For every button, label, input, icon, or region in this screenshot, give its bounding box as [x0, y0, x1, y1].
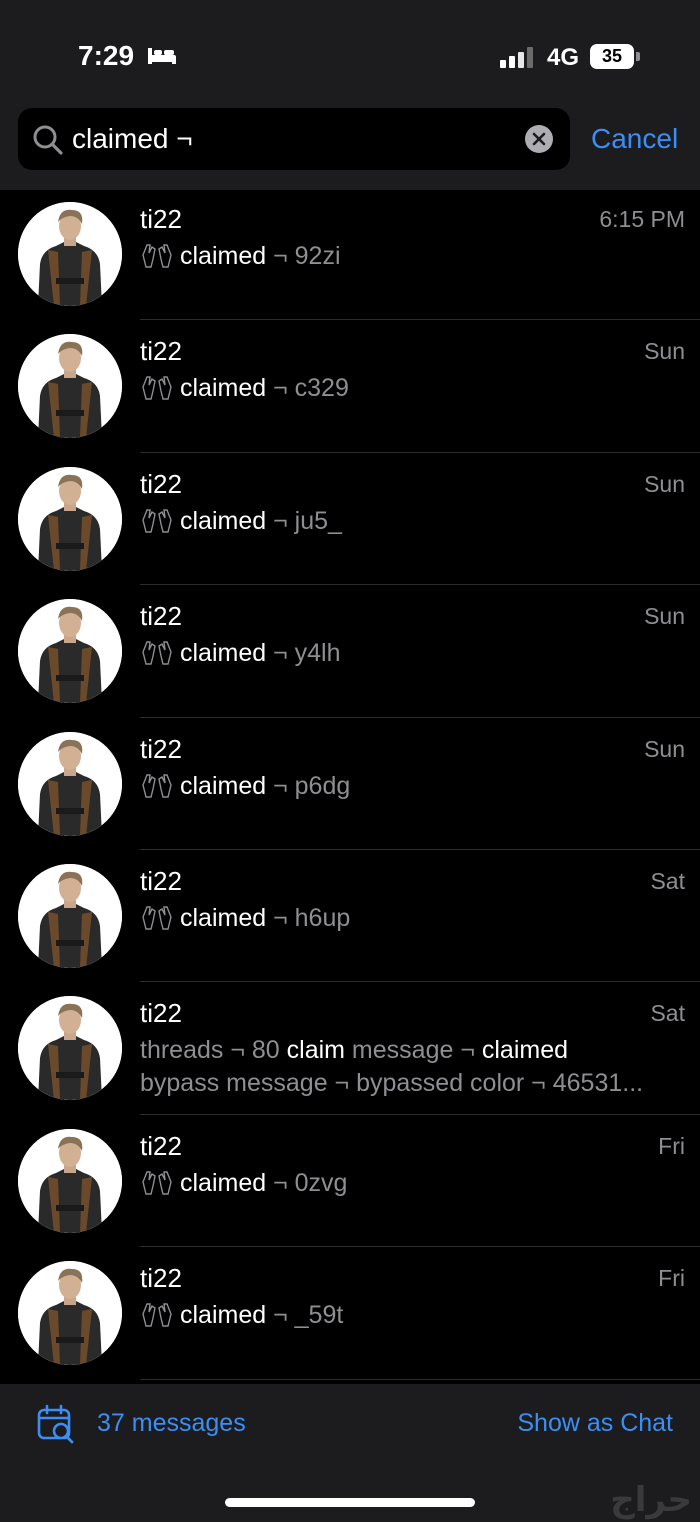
- message-row[interactable]: ti22 Sun claimed ¬ ju5_: [0, 453, 700, 586]
- clear-icon[interactable]: [525, 125, 553, 153]
- message-preview: claimed ¬ y4lh: [140, 637, 685, 670]
- message-row[interactable]: ti22 Sun claimed ¬ p6dg: [0, 718, 700, 850]
- bottom-bar: 37 messages Show as Chat حراج: [0, 1384, 700, 1522]
- message-preview: claimed ¬ h6up: [140, 902, 685, 935]
- battery-level: 35: [601, 46, 623, 66]
- message-date: Sat: [650, 1000, 685, 1027]
- preview-text: ¬ h6up: [266, 903, 351, 932]
- sender-name: ti22: [140, 1130, 182, 1161]
- message-row[interactable]: ti22 Fri claimed ¬ _59t: [0, 1247, 700, 1380]
- sender-name: ti22: [140, 865, 182, 896]
- message-row[interactable]: ti22 Sun claimed ¬ y4lh: [0, 585, 700, 718]
- avatar: [18, 863, 122, 968]
- row-divider: [140, 1378, 700, 1380]
- calendar-search-icon[interactable]: [36, 1404, 76, 1444]
- search-query[interactable]: claimed ¬: [72, 123, 193, 155]
- preview-text: message ¬: [344, 1036, 482, 1065]
- hands-icon: [142, 509, 172, 533]
- preview-text: threads ¬ 80: [140, 1036, 287, 1065]
- highlight-text: claimed: [180, 242, 267, 270]
- message-preview: claimed ¬ p6dg: [140, 770, 685, 803]
- search-icon: [33, 125, 63, 155]
- message-preview: claimed ¬ ju5_: [140, 505, 685, 538]
- message-preview: claimed ¬ _59t: [140, 1299, 685, 1332]
- highlight-text: claim: [286, 1036, 345, 1065]
- message-row[interactable]: ti22 Fri claimed ¬ 0zvg: [0, 1115, 700, 1248]
- avatar: [18, 1128, 122, 1233]
- hands-icon: [142, 906, 172, 930]
- show-as-chat-button[interactable]: Show as Chat: [517, 1409, 673, 1438]
- highlight-text: claimed: [481, 1036, 569, 1065]
- highlight-text: claimed: [180, 1301, 267, 1330]
- sender-name: ti22: [140, 601, 182, 632]
- message-date: Sat: [650, 867, 685, 894]
- highlight-text: claimed: [180, 771, 267, 800]
- message-date: Fri: [658, 1132, 685, 1159]
- home-indicator[interactable]: [225, 1498, 475, 1507]
- message-date: Sun: [644, 735, 685, 762]
- preview-text: ¬ c329: [266, 374, 349, 403]
- sleep-icon: [148, 48, 176, 64]
- sender-name: ti22: [140, 998, 182, 1029]
- hands-icon: [142, 244, 172, 268]
- sender-name: ti22: [140, 204, 182, 234]
- avatar: [18, 731, 122, 836]
- preview-text: ¬ y4lh: [266, 639, 341, 668]
- message-preview: claimed ¬ 92zi: [140, 240, 685, 273]
- message-row[interactable]: ti22 Sat claimed ¬ h6up: [0, 850, 700, 983]
- hands-icon: [142, 376, 172, 401]
- preview-text: ¬ 0zvg: [266, 1168, 348, 1197]
- sender-name: ti22: [140, 1263, 182, 1294]
- message-date: 6:15 PM: [599, 206, 685, 232]
- cancel-button[interactable]: Cancel: [591, 123, 678, 155]
- signal-icon: [500, 47, 533, 68]
- avatar: [18, 466, 122, 571]
- hands-icon: [142, 773, 172, 798]
- search-area: claimed ¬ Cancel: [0, 108, 700, 190]
- message-row[interactable]: ti22 Sat threads ¬ 80 claim message ¬ cl…: [0, 982, 700, 1115]
- message-row[interactable]: ti22 6:15 PM claimed ¬ 92zi: [0, 188, 700, 321]
- highlight-text: claimed: [180, 903, 267, 932]
- avatar: [18, 996, 122, 1101]
- preview-text: ¬ p6dg: [266, 771, 351, 800]
- message-date: Sun: [644, 603, 685, 630]
- sender-name: ti22: [140, 733, 182, 764]
- sender-name: ti22: [140, 336, 182, 367]
- status-bar: 7:29 4G 35: [0, 0, 700, 108]
- watermark-logo: حراج: [610, 1480, 692, 1520]
- avatar: [18, 599, 122, 704]
- preview-text: ¬ _59t: [266, 1301, 344, 1330]
- message-preview: claimed ¬ 0zvg: [140, 1167, 685, 1200]
- search-input[interactable]: claimed ¬: [18, 108, 570, 170]
- preview-text: ¬ ju5_: [266, 506, 342, 535]
- message-preview: claimed ¬ c329: [140, 372, 685, 405]
- hands-icon: [142, 1171, 172, 1195]
- avatar: [18, 202, 122, 306]
- message-date: Fri: [658, 1265, 685, 1292]
- preview-line-2: bypass message ¬ bypassed color ¬ 46531.…: [140, 1069, 644, 1098]
- message-row[interactable]: ti22 Sun claimed ¬ c329: [0, 320, 700, 453]
- hands-icon: [142, 1303, 172, 1327]
- status-time: 7:29: [78, 40, 135, 71]
- message-list: ti22 6:15 PM claimed ¬ 92zi ti22 Sun cla…: [0, 188, 700, 1380]
- highlight-text: claimed: [180, 639, 267, 668]
- preview-line-1: threads ¬ 80 claim message ¬ claimed: [140, 1034, 685, 1067]
- hands-icon: [142, 641, 172, 665]
- avatar: [18, 334, 122, 439]
- highlight-text: claimed: [180, 506, 267, 535]
- highlight-text: claimed: [180, 374, 267, 403]
- network-type: 4G: [547, 44, 580, 71]
- battery-tip: [636, 52, 640, 61]
- preview-text: ¬ 92zi: [266, 242, 341, 270]
- highlight-text: claimed: [180, 1168, 267, 1197]
- battery-indicator: 35: [590, 44, 634, 69]
- message-preview: threads ¬ 80 claim message ¬ claimed byp…: [140, 1034, 685, 1100]
- message-date: Sun: [644, 338, 685, 365]
- message-date: Sun: [644, 470, 685, 497]
- avatar: [18, 1261, 122, 1366]
- sender-name: ti22: [140, 468, 182, 499]
- message-count: 37 messages: [97, 1409, 246, 1437]
